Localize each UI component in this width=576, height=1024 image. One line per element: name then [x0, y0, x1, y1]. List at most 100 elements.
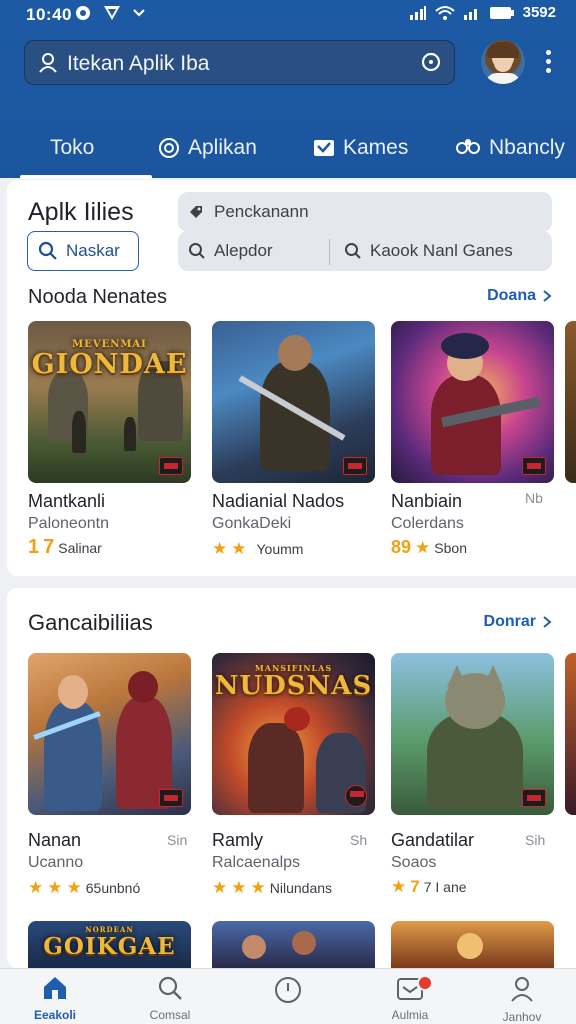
app-tile-peek[interactable]: [565, 653, 576, 815]
app-side-label: Nb: [525, 490, 543, 506]
notification-badge: [417, 975, 433, 991]
nav-home[interactable]: Eeakoli: [5, 975, 105, 1022]
app-tile-peek[interactable]: [565, 321, 576, 483]
nav-profile[interactable]: Janhov: [472, 975, 572, 1024]
chevron-right-icon: [543, 616, 552, 628]
status-notification-icons: [74, 4, 146, 22]
search-input[interactable]: Itekan Aplik Iba: [67, 52, 209, 76]
app-tile[interactable]: [391, 321, 554, 483]
games-card: Gancaibiliias Donrar MANSIFINLAS NUDSNAS…: [7, 588, 576, 968]
section-title: Nooda Nenates: [28, 286, 167, 308]
app-meta-text: Nilundans: [269, 880, 333, 896]
game-art-helmet: [128, 671, 158, 703]
apps-card: Aplk Iilies Penckanann Alepdor Kaook Nan…: [7, 180, 576, 576]
nav-inbox[interactable]: Aulmia: [360, 975, 460, 1022]
nav-label: Aulmia: [391, 1008, 429, 1022]
app-name: Mantkanli: [28, 491, 106, 511]
filter-chip-top[interactable]: Penckanann: [178, 192, 552, 232]
app-tile[interactable]: MANSIFINLAS NUDSNAS: [212, 653, 375, 815]
clock-icon: [275, 977, 301, 1003]
age-rating-badge: [522, 789, 546, 807]
app-meta-text: Salinar: [58, 539, 102, 556]
see-more-label: Doana: [487, 287, 536, 304]
nav-label: Comsal: [149, 1008, 191, 1022]
search-bar[interactable]: Itekan Aplik Iba: [24, 40, 455, 85]
app-tile[interactable]: [28, 653, 191, 815]
app-rating: 1: [28, 536, 40, 558]
game-art-figure: [72, 411, 86, 453]
app-tile-partial[interactable]: NORDEAN GOIKGAE: [28, 921, 191, 968]
nav-history[interactable]: [238, 975, 338, 1012]
app-developer: Colerdans: [391, 515, 464, 532]
chevron-down-icon: [133, 9, 145, 17]
filter-chip-left[interactable]: Alepdor: [188, 231, 273, 271]
star-icon: ★: [66, 878, 82, 897]
app-meta-text: Youmm: [256, 541, 304, 557]
filter-chip-right[interactable]: Kaook Nanl Ganes: [344, 231, 513, 271]
search-button[interactable]: Naskar: [27, 231, 139, 271]
star-icon: ★: [28, 878, 44, 897]
tab-toko[interactable]: Toko: [20, 128, 152, 179]
app-tile[interactable]: [391, 653, 554, 815]
tag-icon: [190, 206, 202, 218]
app-meta-text: 65unbnó: [85, 880, 141, 896]
app-tile-partial[interactable]: [391, 921, 554, 968]
search-icon: [38, 241, 57, 260]
profile-icon: [511, 977, 533, 1002]
battery-level: 3592: [522, 4, 556, 21]
tab-nbancly[interactable]: Nbancly: [455, 128, 565, 168]
app-header: 10:40 3592 Itekan Aplik Iba Toko Aplikan…: [0, 0, 576, 179]
app-developer: Paloneontn: [28, 515, 109, 532]
avatar-hair: [487, 42, 519, 58]
tab-kames[interactable]: Kames: [313, 128, 408, 168]
game-logo: GIONDAE: [31, 349, 188, 380]
more-menu-icon[interactable]: [540, 50, 556, 76]
app-meta: ★ ★ Youmm: [212, 539, 303, 559]
status-system-icons: 3592: [409, 4, 556, 21]
app-meta: 89 ★ Sbon: [391, 537, 467, 558]
star-icon: ★: [231, 878, 247, 897]
nav-label: Eeakoli: [33, 1008, 77, 1022]
star-icon: ★: [391, 877, 407, 896]
signal-icon-2: [463, 8, 477, 20]
app-tile[interactable]: [212, 321, 375, 483]
app-tile-partial[interactable]: [212, 921, 375, 968]
app-rating: 89: [391, 537, 412, 557]
app-name: Nanbiain: [391, 491, 463, 511]
app-meta-text: 7 I ane: [423, 879, 467, 895]
nav-label: Janhov: [502, 1010, 542, 1024]
game-art-head: [278, 335, 312, 371]
star-icon: ★: [212, 539, 228, 558]
see-more-link[interactable]: Donrar: [484, 613, 552, 631]
apps-icon: [159, 138, 179, 158]
filter-row: Alepdor Kaook Nanl Ganes: [178, 231, 552, 271]
game-art-hair: [441, 333, 489, 359]
app-tile[interactable]: MEVENMAI GIONDAE: [28, 321, 191, 483]
nav-search[interactable]: Comsal: [120, 975, 220, 1022]
age-rating-badge: [522, 457, 546, 475]
app-rating: 7: [410, 877, 420, 896]
search-icon: [345, 243, 361, 259]
search-button-label: Naskar: [66, 241, 120, 260]
avatar[interactable]: [481, 40, 525, 84]
app-meta-text: Sbon: [434, 539, 467, 556]
game-art-hero: [431, 375, 501, 475]
app-side-label: Sih: [525, 832, 546, 848]
home-icon: [44, 977, 66, 999]
tab-label: Nbancly: [489, 136, 565, 159]
age-rating-badge: [159, 789, 183, 807]
user-icon: [39, 53, 57, 73]
signal-icon: [409, 5, 426, 20]
star-icon: ★: [250, 878, 266, 897]
app-developer: GonkaDeki: [212, 515, 292, 532]
tab-aplikan[interactable]: Aplikan: [158, 128, 257, 168]
age-rating-badge: [345, 785, 367, 807]
see-more-label: Donrar: [483, 613, 536, 630]
see-more-link[interactable]: Doana: [487, 287, 552, 305]
app-meta: ★ ★ ★ Nilundans: [212, 878, 332, 898]
search-icon[interactable]: [420, 51, 444, 75]
game-logo: GOIKGAE: [43, 933, 176, 960]
bottom-navigation: Eeakoli Comsal Aulmia Janhov: [0, 968, 576, 1024]
game-art-ear: [483, 665, 503, 687]
status-time: 10:40: [26, 5, 72, 24]
